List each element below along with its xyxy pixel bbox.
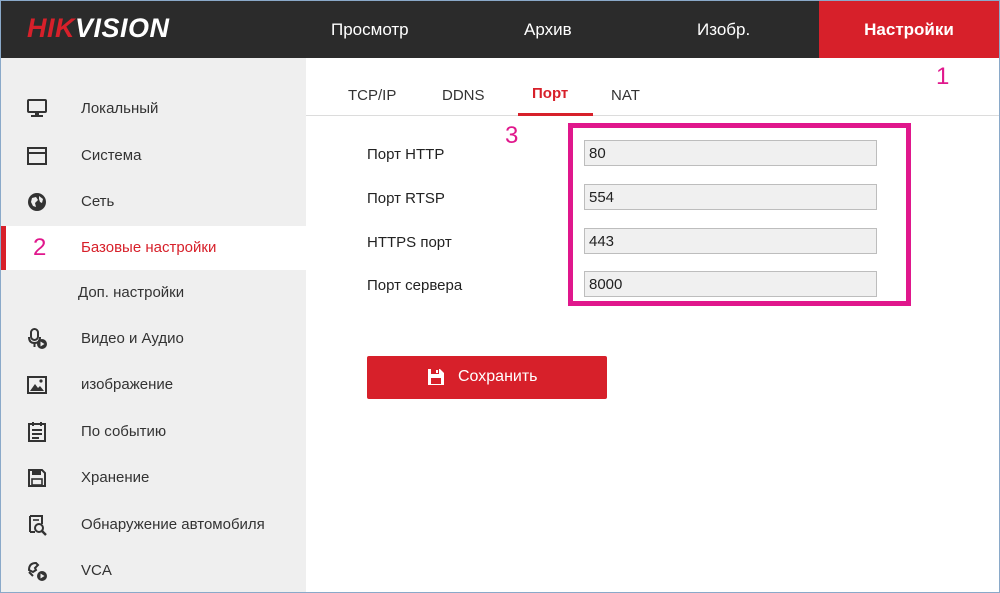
sidebar-item-label: Обнаружение автомобиля <box>81 516 265 533</box>
sidebar-item-event[interactable]: По событию <box>1 410 306 454</box>
sidebar-item-vehicle-detection[interactable]: Обнаружение автомобиля <box>1 503 306 547</box>
annotation-2: 2 <box>33 234 47 261</box>
tab-tcpip[interactable]: TCP/IP <box>348 87 396 104</box>
sidebar-item-label: Видео и Аудио <box>81 330 184 347</box>
sidebar-item-network[interactable]: Сеть <box>1 180 306 224</box>
annotation-3: 3 <box>505 122 519 149</box>
microphone-camera-icon <box>26 328 48 350</box>
http-port-label: Порт HTTP <box>367 146 445 163</box>
sidebar-item-storage[interactable]: Хранение <box>1 456 306 500</box>
sidebar-item-video-audio[interactable]: Видео и Аудио <box>1 317 306 361</box>
sidebar-item-label: Система <box>81 147 142 164</box>
sidebar-item-label: изображение <box>81 376 174 393</box>
sidebar-item-label: Базовые настройки <box>81 239 217 256</box>
save-button[interactable]: Сохранить <box>367 356 607 399</box>
sidebar-item-label: VCA <box>81 562 112 579</box>
sidebar-item-label: Хранение <box>81 469 150 486</box>
nav-configuration[interactable]: Настройки <box>819 1 999 58</box>
monitor-icon <box>26 98 48 120</box>
sidebar: Локальный Система Сеть Базовые настройки… <box>1 58 306 592</box>
globe-icon <box>26 191 48 213</box>
top-header: HIKVISION Просмотр Архив Изобр. Настройк… <box>1 1 999 58</box>
sidebar-item-basic-settings[interactable]: Базовые настройки <box>1 226 306 270</box>
floppy-icon <box>427 368 445 386</box>
active-tab-indicator <box>518 113 593 116</box>
sidebar-item-system[interactable]: Система <box>1 134 306 178</box>
sidebar-item-label: Локальный <box>81 100 159 117</box>
annotation-highlight-box <box>568 123 911 306</box>
floppy-icon <box>26 467 48 489</box>
logo-part-hik: HIK <box>27 13 75 43</box>
save-button-label: Сохранить <box>458 368 538 385</box>
tab-ddns[interactable]: DDNS <box>442 87 485 104</box>
sidebar-item-local[interactable]: Локальный <box>1 87 306 131</box>
annotation-1: 1 <box>936 63 950 90</box>
image-icon <box>26 374 48 396</box>
sidebar-item-label: Доп. настройки <box>78 284 185 301</box>
app-window: HIKVISION Просмотр Архив Изобр. Настройк… <box>0 0 1000 593</box>
https-port-label: HTTPS порт <box>367 234 452 251</box>
vehicle-search-icon <box>26 514 48 536</box>
rtsp-port-label: Порт RTSP <box>367 190 445 207</box>
sidebar-item-image[interactable]: изображение <box>1 363 306 407</box>
tab-nat[interactable]: NAT <box>611 87 640 104</box>
nav-picture[interactable]: Изобр. <box>697 1 750 58</box>
tab-bar: TCP/IP DDNS Порт NAT <box>306 58 999 116</box>
nav-playback[interactable]: Архив <box>524 1 572 58</box>
sidebar-item-label: По событию <box>81 423 167 440</box>
nav-live-view[interactable]: Просмотр <box>331 1 409 58</box>
hikvision-logo: HIKVISION <box>27 13 170 43</box>
server-port-label: Порт сервера <box>367 277 463 294</box>
sidebar-item-vca[interactable]: VCA <box>1 549 306 592</box>
vca-icon <box>26 560 48 582</box>
calendar-icon <box>26 421 48 443</box>
tab-port[interactable]: Порт <box>532 85 568 102</box>
logo-part-vision: VISION <box>75 13 170 43</box>
window-icon <box>26 145 48 167</box>
sidebar-item-advanced-settings[interactable]: Доп. настройки <box>1 271 306 315</box>
sidebar-item-label: Сеть <box>81 193 115 210</box>
